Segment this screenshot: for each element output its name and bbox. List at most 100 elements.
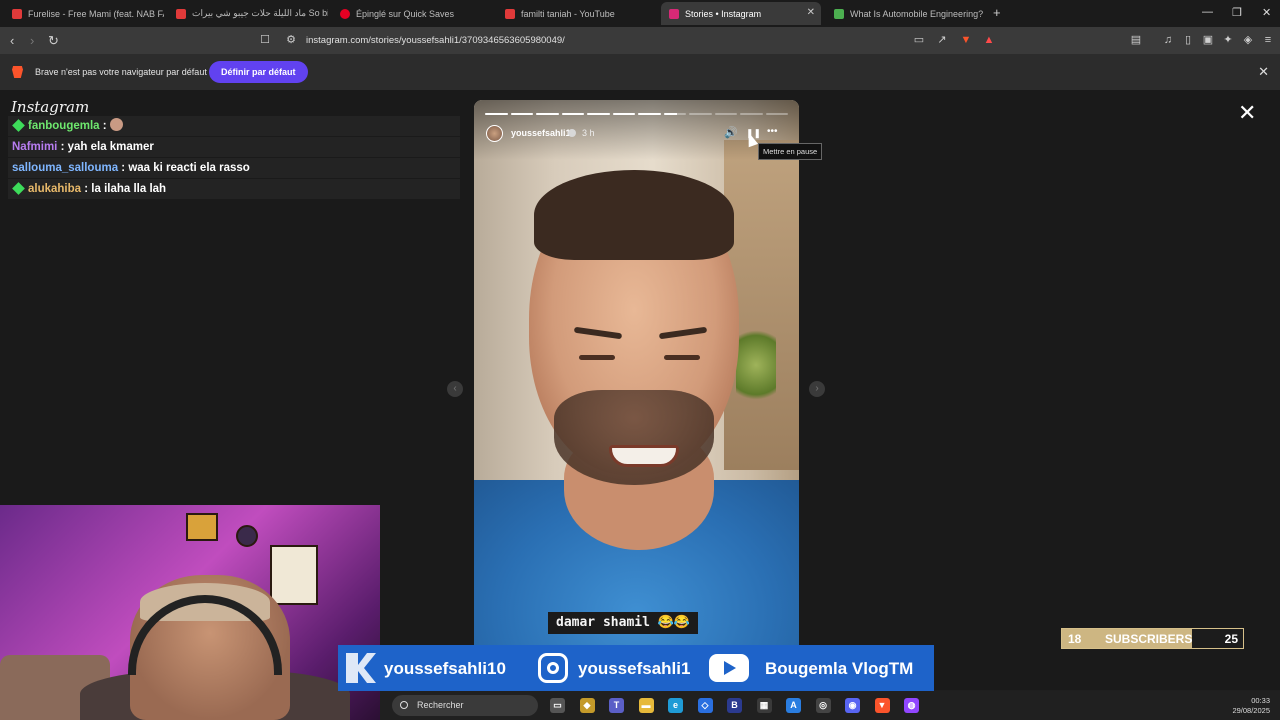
story-hair — [534, 170, 734, 260]
story-progress-segment — [587, 113, 610, 115]
site-info-icon[interactable]: ⚙ — [285, 34, 297, 46]
story-progress-fill — [510, 113, 533, 115]
story-viewer[interactable]: youssefsahli1 3 h 🔊 ❚❚ ••• damar shamil … — [474, 100, 799, 645]
reader-icon[interactable]: ▤ — [1130, 34, 1142, 46]
story-progress-bar — [485, 113, 788, 115]
story-progress-segment — [765, 113, 788, 115]
chat-user: Nafmimi — [12, 141, 58, 153]
kick-icon — [346, 653, 376, 683]
set-default-button[interactable]: Définir par défaut — [209, 61, 308, 83]
badge-icon — [12, 119, 25, 132]
close-infobar-icon[interactable]: ✕ — [1258, 64, 1269, 80]
close-story-icon[interactable]: ✕ — [1238, 102, 1256, 124]
story-progress-segment — [714, 113, 737, 115]
new-tab-button[interactable]: + — [993, 5, 1001, 20]
tab-furelise[interactable]: Furelise - Free Mami (feat. NAB FAKE — [4, 2, 164, 25]
share-icon[interactable]: ↗ — [936, 34, 948, 46]
menu-icon[interactable]: ≡ — [1262, 34, 1274, 46]
chat-message: alukahiba : la ilaha lla lah — [8, 179, 460, 200]
chat-text: : — [99, 120, 110, 132]
windows-taskbar: Rechercher ▭ ◆ T ▬ e ◇ B ▦ A ◎ ◉ ▼ ◍ 00:33 29/08/202… — [380, 691, 1280, 720]
kick-handle: youssefsahli10 — [384, 659, 506, 678]
brave-lion-icon — [12, 66, 23, 78]
close-window-icon[interactable]: ✕ — [1262, 6, 1271, 19]
story-avatar[interactable] — [486, 125, 503, 142]
taskbar-clock[interactable]: 00:33 29/08/2025 — [1232, 696, 1270, 716]
teams-icon[interactable]: T — [609, 698, 624, 713]
youtube-favicon-icon — [12, 8, 22, 19]
forward-icon[interactable]: › — [30, 33, 34, 48]
tab-so-birat[interactable]: ماد الليلة حلات جيبو شي بيرات So birat — [168, 2, 328, 25]
brave-shields-icon[interactable]: ▼ — [960, 34, 972, 46]
dropbox-icon[interactable]: ◇ — [697, 698, 713, 713]
story-progress-fill — [561, 113, 584, 115]
story-mouth — [609, 445, 679, 467]
wallet-icon[interactable]: ▣ — [1202, 34, 1214, 46]
next-story-icon[interactable]: › — [809, 381, 825, 397]
tab-title: What Is Automobile Engineering? | I — [850, 8, 986, 19]
chat-text: : waa ki reacti ela rasso — [118, 162, 250, 174]
reload-icon[interactable]: ↻ — [48, 33, 59, 49]
screen: Furelise - Free Mami (feat. NAB FAKE ماد… — [0, 0, 1280, 720]
default-browser-infobar: Brave n'est pas votre navigateur par déf… — [0, 54, 1280, 90]
story-progress-fill — [638, 113, 661, 115]
instagram-handle: youssefsahli1 — [578, 659, 691, 678]
instagram-favicon-icon — [669, 8, 679, 19]
discord-icon[interactable]: ◉ — [845, 698, 860, 713]
tab-automobile[interactable]: What Is Automobile Engineering? | I — [826, 2, 986, 25]
mute-icon[interactable]: 🔊 — [724, 126, 738, 139]
chat-user: sallouma_sallouma — [12, 162, 119, 174]
tab-pinterest[interactable]: Épinglé sur Quick Saves — [332, 2, 492, 25]
edge-icon[interactable]: e — [668, 698, 683, 713]
address-bar-row: ‹ › ↻ ☐ ⚙ instagram.com/stories/youssefs… — [0, 27, 1280, 54]
chatgpt-icon[interactable]: ◎ — [815, 698, 831, 713]
explorer-icon[interactable]: ▬ — [638, 698, 654, 713]
taskbar-search[interactable]: Rechercher — [392, 695, 538, 716]
story-eye — [664, 355, 700, 360]
story-progress-segment — [740, 113, 763, 115]
subscriber-count: 18 — [1068, 632, 1082, 646]
restore-icon[interactable]: ❐ — [1232, 6, 1242, 19]
website-favicon-icon — [834, 8, 844, 19]
story-username[interactable]: youssefsahli1 — [511, 128, 571, 138]
tab-title: Stories • Instagram — [685, 8, 762, 19]
vpn-icon[interactable]: ◈ — [1242, 34, 1254, 46]
b-app-icon[interactable]: B — [727, 698, 742, 713]
webcam-feed: mla — [0, 505, 380, 720]
story-progress-segment — [485, 113, 508, 115]
task-view-icon[interactable]: ▭ — [550, 698, 565, 713]
tab-title: familti taniah - YouTube — [521, 8, 615, 19]
minimize-icon[interactable]: — — [1202, 6, 1213, 18]
tab-instagram-stories[interactable]: Stories • Instagram ✕ — [661, 2, 821, 25]
back-icon[interactable]: ‹ — [10, 33, 14, 48]
instagram-icon — [538, 653, 568, 683]
infobar-message: Brave n'est pas votre navigateur par déf… — [35, 67, 207, 77]
chat-message: sallouma_sallouma : waa ki reacti ela ra… — [8, 158, 460, 179]
media-icon[interactable]: ♫ — [1162, 34, 1174, 46]
bookmark-icon[interactable]: ☐ — [259, 34, 271, 46]
app-icon[interactable]: ◆ — [579, 698, 595, 713]
brave-rewards-icon[interactable]: ▲ — [983, 34, 995, 46]
sidebar-icon[interactable]: ▯ — [1182, 34, 1194, 46]
story-progress-segment — [689, 113, 712, 115]
tab-familti[interactable]: familti taniah - YouTube — [497, 2, 657, 25]
story-progress-segment — [663, 113, 686, 115]
cast-icon[interactable]: ▭ — [913, 34, 925, 46]
leo-icon[interactable]: ✦ — [1222, 34, 1234, 46]
search-icon — [400, 701, 408, 709]
previous-story-icon[interactable]: ‹ — [447, 381, 463, 397]
url-field[interactable]: instagram.com/stories/youssefsahli1/3709… — [306, 35, 565, 46]
instagram-chat-logo: Instagram — [11, 98, 90, 116]
chat-overlay: fanbougemla : Nafmimi : yah ela kmamer s… — [8, 116, 460, 200]
store-icon[interactable]: ▦ — [756, 698, 772, 713]
close-tab-icon[interactable]: ✕ — [807, 7, 815, 18]
wall-art — [270, 545, 318, 605]
wall-art — [186, 513, 218, 541]
story-progress-fill — [612, 113, 635, 115]
brave-icon[interactable]: ▼ — [874, 698, 890, 713]
more-options-icon[interactable]: ••• — [767, 126, 778, 137]
chat-text: : la ilaha lla lah — [81, 183, 167, 195]
twitch-icon[interactable]: ◍ — [904, 698, 919, 713]
azure-icon[interactable]: A — [786, 698, 801, 713]
story-progress-segment — [638, 113, 661, 115]
